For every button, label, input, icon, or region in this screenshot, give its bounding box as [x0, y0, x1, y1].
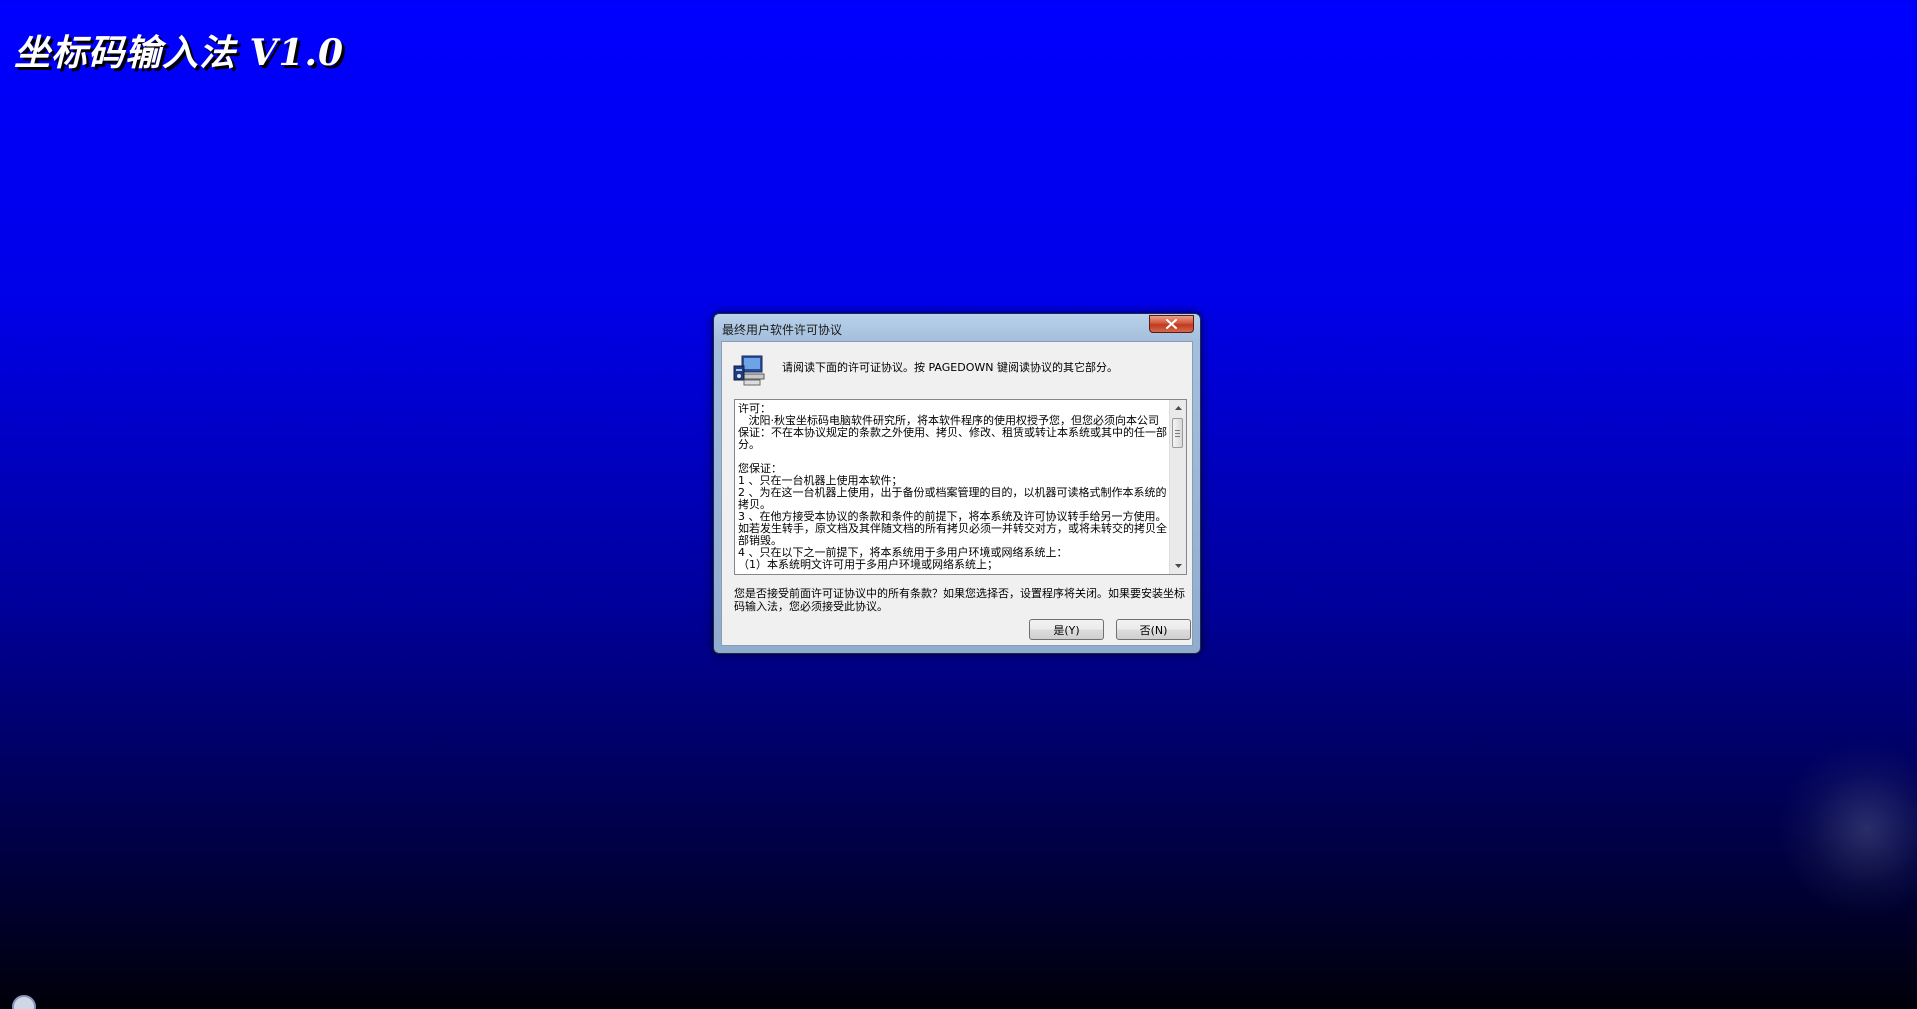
background-glow — [1777, 739, 1917, 919]
license-textbox[interactable]: 许可： 沈阳·秋宝坐标码电脑软件研究所，将本软件程序的使用权授予您，但您必须向本… — [734, 399, 1187, 575]
setup-computer-icon — [733, 355, 765, 386]
close-icon — [1166, 319, 1177, 329]
dialog-titlebar[interactable]: 最终用户软件许可协议 — [714, 314, 1200, 341]
arrow-down-icon — [1174, 564, 1182, 568]
dialog-title: 最终用户软件许可协议 — [722, 323, 843, 337]
no-button[interactable]: 否(N) — [1116, 619, 1191, 640]
license-dialog: 最终用户软件许可协议 请阅读下面的许可证协议。按 PAGEDOWN 键阅读协议的… — [713, 313, 1201, 654]
license-text: 许可： 沈阳·秋宝坐标码电脑软件研究所，将本软件程序的使用权授予您，但您必须向本… — [738, 403, 1167, 571]
arrow-up-icon — [1174, 406, 1182, 410]
grip-line — [1175, 430, 1180, 431]
yes-button[interactable]: 是(Y) — [1029, 619, 1104, 640]
close-button[interactable] — [1149, 315, 1194, 333]
app-title: 坐标码输入法 V1.0 — [14, 32, 345, 74]
instruction-text: 请阅读下面的许可证协议。按 PAGEDOWN 键阅读协议的其它部分。 — [782, 361, 1118, 374]
grip-line — [1175, 436, 1180, 437]
start-orb[interactable] — [12, 995, 36, 1009]
license-scrollbar[interactable] — [1169, 400, 1186, 574]
scroll-thumb[interactable] — [1172, 418, 1183, 448]
scroll-up-button[interactable] — [1170, 400, 1186, 416]
grip-line — [1175, 433, 1180, 434]
accept-question-text: 您是否接受前面许可证协议中的所有条款？如果您选择否，设置程序将关闭。如果要安装坐… — [734, 587, 1185, 613]
dialog-client-area: 请阅读下面的许可证协议。按 PAGEDOWN 键阅读协议的其它部分。 许可： 沈… — [721, 341, 1193, 646]
scroll-down-button[interactable] — [1170, 558, 1186, 574]
